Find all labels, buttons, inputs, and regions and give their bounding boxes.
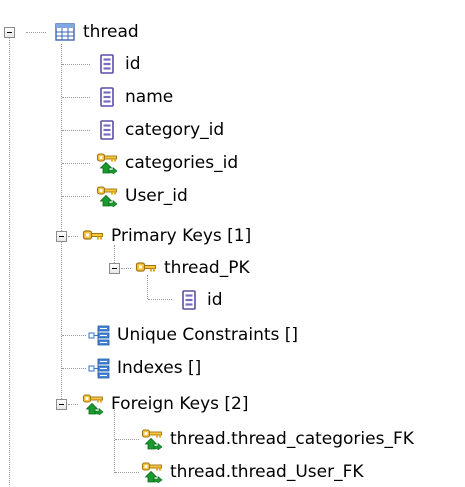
foreign-key-column-icon <box>96 152 118 174</box>
key-icon <box>135 257 157 279</box>
tree-node-unique-constraints[interactable]: Unique Constraints [] <box>88 320 298 350</box>
tree-node-column[interactable]: name <box>96 82 173 112</box>
tree-node-foreign-key[interactable]: thread.thread_categories_FK <box>141 424 414 454</box>
collapse-toggle-foreign-keys[interactable] <box>56 399 67 410</box>
tree-node-foreign-key[interactable]: thread.thread_User_FK <box>141 457 364 487</box>
tree-node-label: thread.thread_categories_FK <box>170 429 414 449</box>
tree-node-label: name <box>125 87 174 107</box>
tree-node-label: category_id <box>125 120 225 140</box>
tree-branch-fk-categories <box>115 439 139 440</box>
tree-branch-pk-id <box>148 299 172 300</box>
tree-branch-primary-keys <box>68 236 78 237</box>
tree-branch-id <box>62 64 90 65</box>
collapse-toggle-primary-keys[interactable] <box>56 231 67 242</box>
foreign-key-icon <box>141 428 163 450</box>
tree-node-primary-keys[interactable]: Primary Keys [1] <box>82 221 251 251</box>
tree-node-label: categories_id <box>125 153 239 173</box>
foreign-key-icon <box>82 393 104 415</box>
column-icon <box>96 53 118 75</box>
tree-branch-indexes <box>62 368 86 369</box>
schema-tree: thread id name category_id categories_id… <box>0 0 465 485</box>
collapse-toggle-thread-pk[interactable] <box>109 263 120 274</box>
tree-branch-unique-constraints <box>62 335 86 336</box>
tree-node-label: Primary Keys [1] <box>111 226 252 246</box>
tree-node-label: id <box>125 54 141 74</box>
tree-node-pk-column[interactable]: id <box>178 285 223 315</box>
tree-node-column[interactable]: category_id <box>96 115 224 145</box>
index-icon <box>88 357 110 379</box>
column-icon <box>178 289 200 311</box>
key-icon <box>82 225 104 247</box>
tree-node-label: Unique Constraints [] <box>117 325 299 345</box>
tree-node-label: User_id <box>125 186 188 206</box>
foreign-key-icon <box>141 461 163 483</box>
collapse-toggle-thread[interactable] <box>4 27 15 38</box>
column-icon <box>96 86 118 108</box>
tree-node-label: Foreign Keys [2] <box>111 394 249 414</box>
tree-node-column[interactable]: categories_id <box>96 148 238 178</box>
tree-node-label: thread.thread_User_FK <box>170 462 364 482</box>
tree-branch-thread-pk <box>121 268 131 269</box>
tree-line-root-left <box>9 38 10 485</box>
tree-branch-fk-user <box>115 472 139 473</box>
tree-node-column[interactable]: User_id <box>96 181 188 211</box>
tree-node-label: thread_PK <box>164 258 250 278</box>
table-icon <box>54 21 76 43</box>
tree-node-label: id <box>207 290 223 310</box>
tree-node-foreign-keys[interactable]: Foreign Keys [2] <box>82 389 249 419</box>
tree-node-thread[interactable]: thread <box>54 17 139 47</box>
constraint-icon <box>88 324 110 346</box>
tree-node-thread-pk[interactable]: thread_PK <box>135 253 250 283</box>
tree-branch-foreign-keys <box>68 404 78 405</box>
tree-branch-categories-id <box>62 163 90 164</box>
foreign-key-column-icon <box>96 185 118 207</box>
tree-branch-name <box>62 97 90 98</box>
column-icon <box>96 119 118 141</box>
tree-node-column[interactable]: id <box>96 49 141 79</box>
tree-branch-root <box>26 32 46 33</box>
tree-node-label: thread <box>83 22 139 42</box>
tree-branch-user-id <box>62 196 90 197</box>
tree-branch-category-id <box>62 130 90 131</box>
tree-node-indexes[interactable]: Indexes [] <box>88 353 201 383</box>
tree-node-label: Indexes [] <box>117 358 202 378</box>
